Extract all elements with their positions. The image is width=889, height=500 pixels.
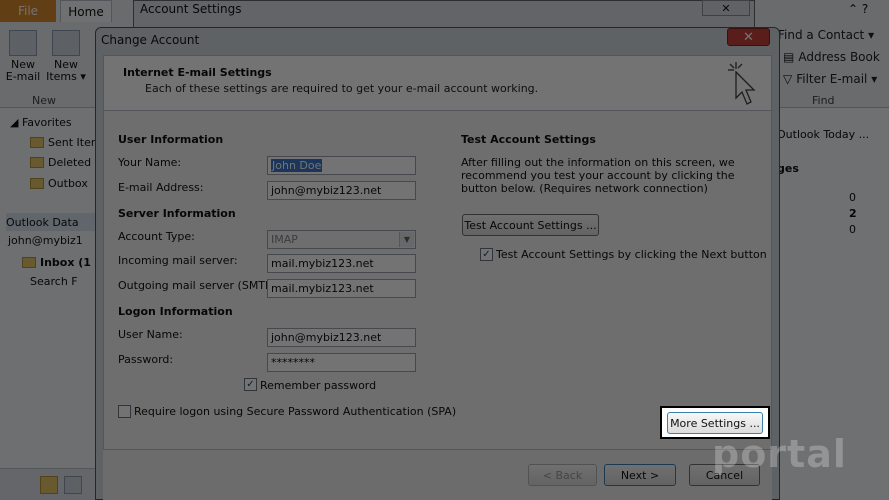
your-name-field[interactable]: John Doe (267, 156, 416, 175)
address-book-icon: ▤ (783, 50, 795, 64)
nav-account[interactable]: john@mybiz1 (8, 234, 83, 247)
messages-header: ges (777, 162, 799, 175)
account-settings-title: Account Settings (140, 2, 242, 16)
folder-icon (30, 137, 44, 148)
outlook-today-link[interactable]: Outlook Today ... (777, 128, 869, 141)
folder-icon (30, 178, 44, 189)
next-button[interactable]: Next > (604, 464, 676, 486)
logon-info-heading: Logon Information (118, 305, 233, 318)
outgoing-server-label: Outgoing mail server (SMTP): (118, 279, 280, 292)
file-tab[interactable]: File (0, 0, 56, 22)
watermark-logo: portal (712, 432, 847, 476)
password-label: Password: (118, 353, 174, 366)
remember-password-label: Remember password (260, 379, 377, 392)
email-address-field[interactable]: john@mybiz123.net (267, 181, 416, 200)
nav-inbox[interactable]: Inbox (1 (22, 256, 91, 269)
server-info-heading: Server Information (118, 207, 236, 220)
nav-outlook-data[interactable]: Outlook Data (6, 213, 96, 231)
envelope-icon (9, 30, 37, 56)
test-on-next-label: Test Account Settings by clicking the Ne… (496, 248, 767, 261)
account-type-label: Account Type: (118, 230, 195, 243)
user-name-label: User Name: (118, 328, 183, 341)
spa-label: Require logon using Secure Password Auth… (134, 405, 457, 418)
test-on-next-checkbox[interactable]: ✓ (480, 248, 493, 261)
more-settings-button[interactable]: More Settings ... (667, 412, 763, 434)
test-account-settings-button[interactable]: Test Account Settings ... (462, 214, 599, 236)
new-items-button[interactable]: New Items ▾ (46, 30, 86, 83)
email-address-label: E-mail Address: (118, 181, 204, 194)
account-settings-close-button[interactable]: ✕ (702, 0, 750, 16)
count-1: 0 (849, 191, 856, 204)
password-field[interactable]: ******** (267, 353, 416, 372)
back-button[interactable]: < Back (528, 464, 597, 486)
calendar-icon (52, 30, 80, 56)
your-name-label: Your Name: (118, 156, 182, 169)
home-tab[interactable]: Home (60, 0, 112, 22)
group-new-label: New (32, 94, 56, 107)
folder-icon (22, 257, 36, 268)
favorites-header[interactable]: ◢ Favorites (10, 116, 72, 129)
nav-sent-items[interactable]: Sent Iten (30, 136, 98, 149)
new-email-button[interactable]: New E-mail (6, 30, 40, 83)
nav-search-folders[interactable]: Search F (30, 275, 78, 288)
nav-outbox[interactable]: Outbox (30, 177, 88, 190)
nav-bottom-bar (0, 468, 96, 500)
filter-email-button[interactable]: ▽ Filter E-mail ▾ (783, 72, 877, 86)
folder-icon (30, 157, 44, 168)
user-info-heading: User Information (118, 133, 224, 146)
navigation-pane: ◢ Favorites Sent Iten Deleted Outbox Out… (0, 108, 98, 500)
help-icon[interactable]: ⌃ ? (848, 2, 868, 16)
account-type-dropdown: IMAP ▼ (267, 230, 416, 249)
group-find-label: Find (812, 94, 835, 107)
remember-password-checkbox[interactable]: ✓ (244, 378, 257, 391)
filter-icon: ▽ (783, 72, 793, 86)
incoming-server-label: Incoming mail server: (118, 254, 238, 267)
incoming-server-field[interactable]: mail.mybiz123.net (267, 254, 416, 273)
count-2: 2 (849, 207, 857, 220)
calendar-nav-icon[interactable] (64, 476, 82, 494)
nav-deleted-items[interactable]: Deleted (30, 156, 91, 169)
header-title: Internet E-mail Settings (123, 66, 272, 79)
outgoing-server-field[interactable]: mail.mybiz123.net (267, 279, 416, 298)
count-3: 0 (849, 223, 856, 236)
cursor-click-icon (728, 62, 756, 105)
dialog-title: Change Account (101, 33, 200, 47)
chevron-down-icon: ▼ (399, 232, 414, 247)
dialog-close-button[interactable]: ✕ (727, 28, 770, 46)
test-settings-heading: Test Account Settings (461, 133, 596, 146)
address-book-button[interactable]: ▤ Address Book (783, 50, 880, 64)
test-settings-description: After filling out the information on thi… (461, 156, 735, 195)
header-subtitle: Each of these settings are required to g… (145, 82, 539, 95)
spa-checkbox[interactable] (118, 405, 131, 418)
find-contact-box[interactable]: Find a Contact ▾ (778, 28, 874, 42)
user-name-field[interactable]: john@mybiz123.net (267, 328, 416, 347)
mail-nav-icon[interactable] (40, 476, 58, 494)
